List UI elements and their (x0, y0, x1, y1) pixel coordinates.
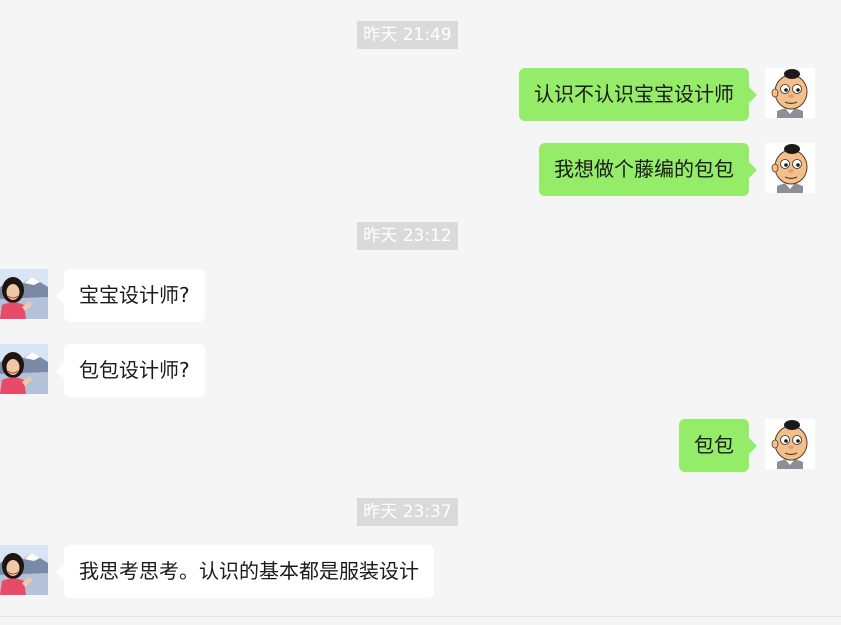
woman-photo-avatar-icon[interactable] (0, 269, 48, 319)
message-outgoing: 我想做个藤编的包包 (0, 143, 841, 199)
message-incoming: 我思考思考。认识的基本都是服装设计 (0, 545, 841, 601)
message-bubble[interactable]: 宝宝设计师? (56, 269, 205, 322)
cartoon-boy-avatar-icon[interactable] (765, 68, 815, 118)
message-bubble[interactable]: 包包 (679, 419, 757, 472)
woman-photo-avatar-icon[interactable] (0, 545, 48, 595)
message-outgoing: 认识不认识宝宝设计师 (0, 68, 841, 124)
cartoon-boy-avatar-icon[interactable] (765, 419, 815, 469)
message-bubble[interactable]: 我想做个藤编的包包 (539, 143, 757, 196)
divider (0, 616, 841, 617)
timestamp-label: 昨天 23:12 (357, 222, 458, 250)
message-incoming: 宝宝设计师? (0, 269, 841, 325)
message-bubble[interactable]: 包包设计师? (56, 344, 205, 397)
timestamp-label: 昨天 23:37 (357, 498, 458, 526)
message-bubble[interactable]: 我思考思考。认识的基本都是服装设计 (56, 545, 434, 598)
message-incoming: 包包设计师? (0, 344, 841, 400)
message-outgoing: 包包 (0, 419, 841, 475)
timestamp-label: 昨天 21:49 (357, 21, 458, 49)
timestamp: 昨天 23:12 (0, 222, 815, 250)
woman-photo-avatar-icon[interactable] (0, 344, 48, 394)
message-bubble[interactable]: 认识不认识宝宝设计师 (519, 68, 757, 121)
cartoon-boy-avatar-icon[interactable] (765, 143, 815, 193)
timestamp: 昨天 23:37 (0, 498, 815, 526)
timestamp: 昨天 21:49 (0, 21, 815, 49)
